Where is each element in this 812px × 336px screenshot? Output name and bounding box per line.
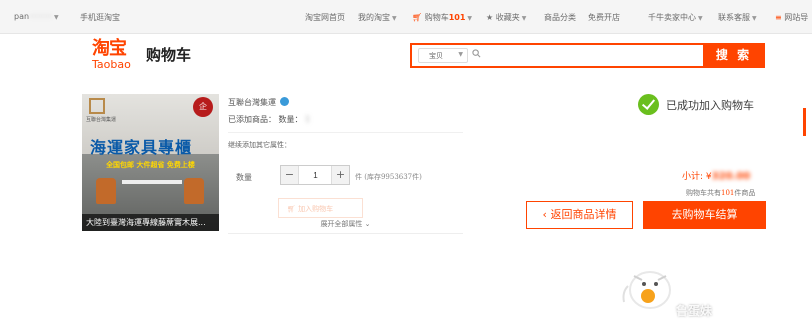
- quantity-increase-button[interactable]: +: [331, 166, 349, 184]
- search-input[interactable]: [484, 47, 704, 64]
- added-qty-value: 1: [305, 115, 311, 124]
- taobao-logo[interactable]: 淘宝 Taobao: [92, 39, 140, 73]
- cart-summary-pre: 购物车共有: [686, 189, 721, 197]
- star-icon: ★: [486, 13, 494, 22]
- cart-icon: 🛒︎: [412, 13, 423, 22]
- seller-center-label: 千牛卖家中心: [648, 13, 696, 22]
- chevron-down-icon: ▼: [521, 15, 527, 22]
- sitemap-icon: ≡: [775, 13, 782, 22]
- add-to-cart-button[interactable]: 🛒︎ 加入购物车: [278, 198, 363, 218]
- cart-summary: 购物车共有101件商品: [686, 188, 755, 198]
- search-scope-select[interactable]: 宝贝 ▼: [418, 48, 468, 63]
- cart-icon: 🛒︎: [287, 205, 296, 213]
- favorites-label: 收藏夹: [495, 13, 520, 22]
- subtotal-amount: 320.00: [711, 171, 751, 182]
- image-caption: 大陸到臺灣海運專線藤蓆實木展...: [82, 214, 219, 231]
- watermark-mascot-icon: [622, 271, 671, 309]
- chevron-down-icon: ▼: [752, 15, 757, 22]
- mobile-taobao-link[interactable]: 手机逛淘宝: [80, 12, 120, 23]
- expand-attrs-label: 展开全部属性: [320, 220, 363, 228]
- favorites-menu[interactable]: ★ 收藏夹 ▼: [486, 12, 526, 23]
- scrollbar-indicator[interactable]: [803, 108, 806, 136]
- quantity-input[interactable]: [300, 166, 331, 184]
- image-promo: 全国包邮 大件超省 免费上楼: [106, 161, 195, 169]
- checkout-button[interactable]: 去购物车结算: [643, 201, 766, 229]
- expand-attrs-link[interactable]: 展开全部属性 ⌄: [228, 219, 463, 234]
- check-icon: [638, 94, 659, 115]
- logo-cn: 淘宝: [92, 38, 127, 59]
- seller-name[interactable]: 互聯台灣集運: [228, 97, 289, 108]
- search-scope-label: 宝贝: [429, 52, 443, 60]
- subtotal-label: 小计:: [682, 172, 704, 182]
- quantity-label: 数量: [236, 173, 252, 182]
- chevron-down-icon: ▼: [698, 15, 703, 22]
- my-taobao-menu[interactable]: 我的淘宝 ▼: [358, 12, 397, 23]
- categories-link[interactable]: 商品分类: [544, 12, 576, 23]
- username-blurred: ·········: [29, 12, 52, 21]
- image-headline: 海運家具專櫃: [90, 138, 193, 157]
- search-bar: 宝贝 ▼ 搜 索: [410, 43, 765, 68]
- added-info: 已添加商品： 数量： 1: [228, 114, 310, 125]
- logo-en: Taobao: [92, 58, 131, 71]
- chevron-left-icon: ‹: [542, 208, 547, 221]
- page-title: 购物车: [146, 46, 192, 64]
- seller-label: 互聯台灣集運: [228, 98, 276, 107]
- shop-logo-label: 互聯台灣集運: [86, 117, 117, 123]
- my-taobao-label: 我的淘宝: [358, 13, 390, 22]
- chevron-down-icon: ▼: [392, 15, 397, 22]
- site-nav-bar: pan········· ▼ 手机逛淘宝 淘宝网首页 我的淘宝 ▼ 🛒︎ 购物车10…: [0, 0, 812, 34]
- watermark-text: 鲁蛋妹: [676, 304, 713, 318]
- sitemap-label: 网站导: [784, 13, 809, 22]
- cart-link[interactable]: 🛒︎ 购物车101 ▼: [412, 12, 472, 23]
- cart-summary-post: 件商品: [734, 189, 756, 197]
- chevron-down-icon: ▼: [467, 15, 473, 22]
- add-other-attrs-label: 继续添加其它属性：: [228, 141, 291, 149]
- furniture-table: [122, 180, 182, 184]
- cart-summary-count: 101: [721, 189, 735, 197]
- wangwang-chat-icon[interactable]: [280, 97, 289, 106]
- shop-logo-icon: [89, 98, 105, 114]
- user-menu[interactable]: pan········· ▼: [14, 12, 59, 21]
- divider: [228, 132, 463, 133]
- back-to-product-button[interactable]: ‹ 返回商品详情: [526, 201, 633, 229]
- quantity-stepper: − +: [280, 165, 350, 185]
- search-icon: [472, 49, 481, 58]
- added-label: 已添加商品：: [228, 115, 276, 124]
- support-label: 联系客服: [718, 13, 750, 22]
- home-link[interactable]: 淘宝网首页: [305, 12, 345, 23]
- cart-count: 101: [448, 13, 466, 22]
- support-menu[interactable]: 联系客服 ▼: [718, 12, 757, 23]
- username: pan: [14, 12, 30, 21]
- furniture-chair: [184, 178, 204, 204]
- open-shop-link[interactable]: 免费开店: [588, 12, 620, 23]
- success-text: 已成功加入购物车: [666, 99, 754, 112]
- furniture-chair: [96, 178, 116, 204]
- subtotal-currency: ¥: [705, 172, 712, 182]
- chevron-down-icon: ⌄: [364, 220, 371, 228]
- added-qty-label: 数量：: [278, 115, 303, 124]
- quantity-decrease-button[interactable]: −: [281, 166, 299, 184]
- search-button[interactable]: 搜 索: [703, 43, 765, 68]
- stock-info: 件 (库存9953637件): [355, 173, 422, 181]
- seller-center-menu[interactable]: 千牛卖家中心 ▼: [648, 12, 703, 23]
- back-to-product-label: 返回商品详情: [550, 208, 617, 221]
- add-to-cart-label: 加入购物车: [298, 205, 334, 213]
- chevron-down-icon: ▼: [53, 14, 59, 21]
- sitemap-menu[interactable]: ≡ 网站导: [775, 12, 808, 23]
- subtotal: 小计: ¥320.00: [682, 169, 750, 182]
- enterprise-badge-icon: 企: [193, 97, 213, 117]
- product-image[interactable]: 互聯台灣集運 企 海運家具專櫃 全国包邮 大件超省 免费上楼 大陸到臺灣海運專線…: [82, 94, 219, 231]
- cart-label: 购物车: [424, 13, 449, 22]
- chevron-down-icon: ▼: [458, 51, 463, 58]
